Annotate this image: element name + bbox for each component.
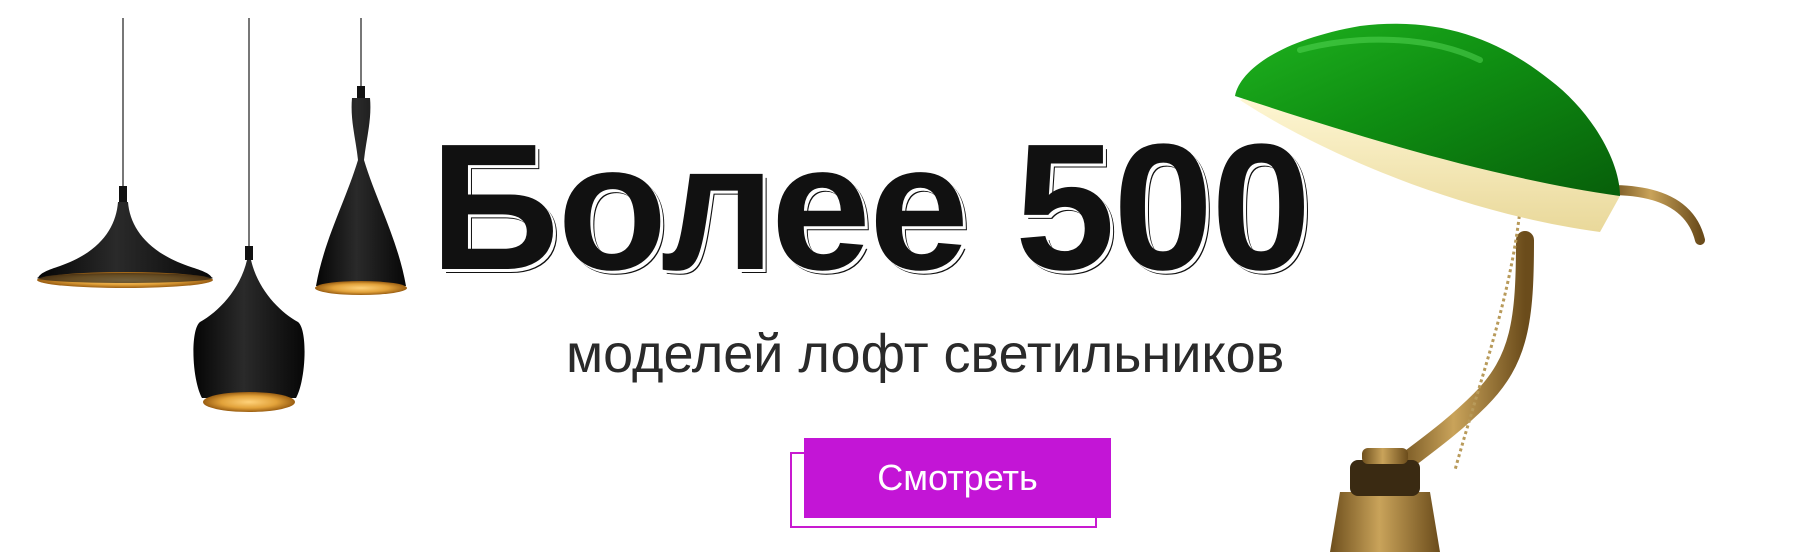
pendant-lamp-icon — [37, 18, 213, 288]
headline: Более 500 — [430, 107, 1311, 308]
promo-banner: Более 500 моделей лофт светильников Смот… — [0, 0, 1800, 552]
cta-container: Смотреть — [790, 438, 1111, 534]
pendant-lamps-illustration — [37, 18, 407, 412]
pendant-lamp-icon — [193, 18, 305, 412]
pendant-lamp-icon — [315, 18, 407, 295]
view-button[interactable]: Смотреть — [804, 438, 1111, 518]
subtitle: моделей лофт светильников — [566, 324, 1285, 384]
